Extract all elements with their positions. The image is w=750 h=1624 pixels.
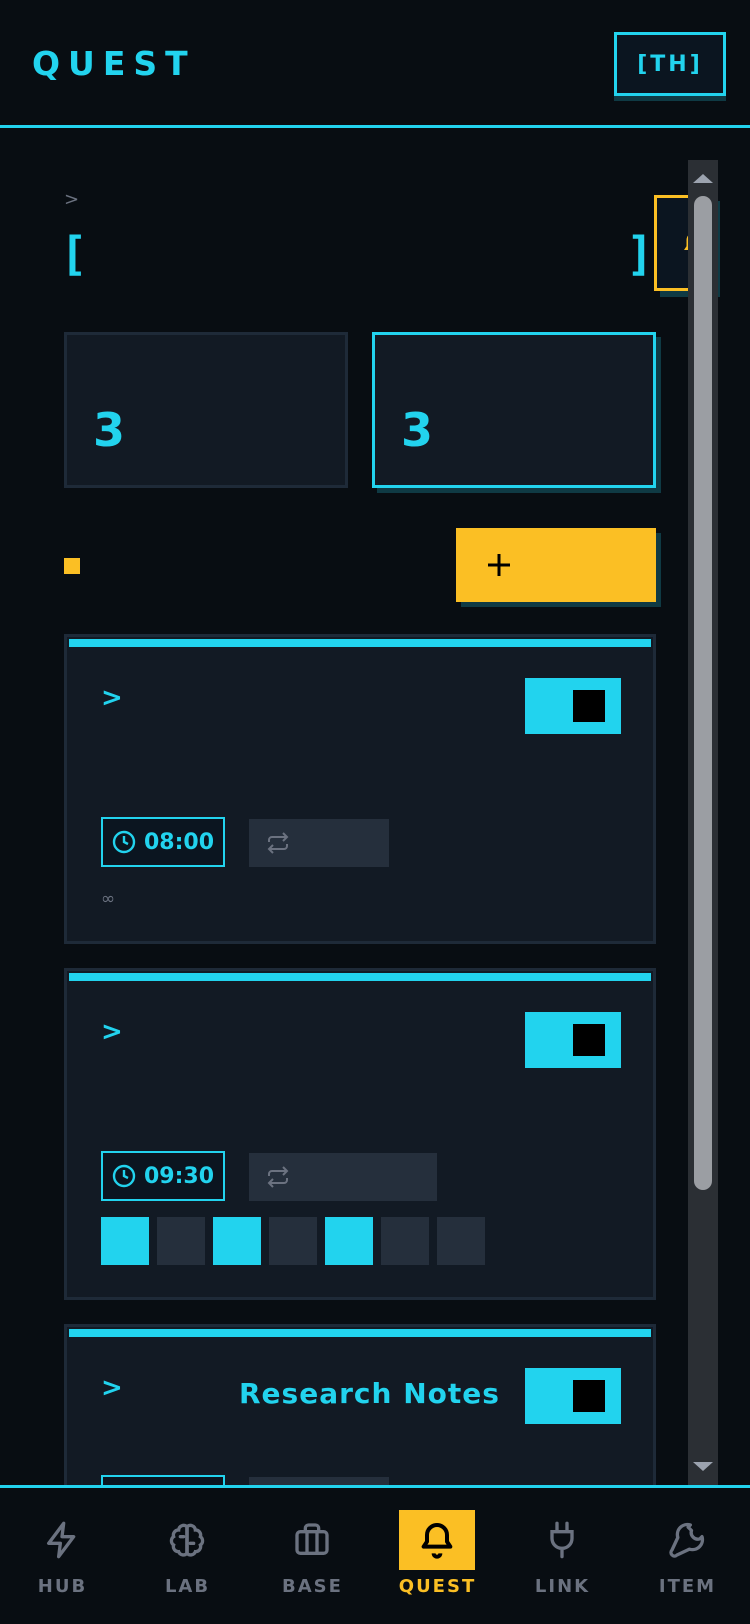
plus-icon: [488, 554, 510, 576]
toggle-knob: [573, 690, 605, 722]
repeat-note: ∞: [101, 889, 116, 909]
nav-item-hub[interactable]: HUB: [0, 1488, 125, 1624]
nav-item-quest[interactable]: QUEST: [375, 1488, 500, 1624]
alarm-toggle[interactable]: [525, 1012, 621, 1068]
repeat-icon: [267, 832, 289, 854]
plug-icon: [550, 1521, 574, 1559]
language-toggle-button[interactable]: [TH]: [614, 32, 726, 96]
nav-label: LINK: [534, 1576, 591, 1597]
bell-icon: [421, 1523, 453, 1559]
scroll-up-arrow-icon[interactable]: [693, 174, 713, 183]
app-header: QUEST [TH]: [0, 0, 750, 128]
day-toggle[interactable]: [157, 1217, 205, 1265]
time-chip[interactable]: [101, 1475, 225, 1485]
day-toggle[interactable]: [381, 1217, 429, 1265]
expand-chevron[interactable]: >: [101, 683, 123, 713]
brain-icon: [169, 1523, 205, 1557]
nav-label: ITEM: [658, 1576, 717, 1597]
nav-item-base[interactable]: BASE: [250, 1488, 375, 1624]
briefcase-icon: [295, 1523, 329, 1555]
scrollbar[interactable]: [688, 160, 718, 1485]
alarm-time: 08:00: [143, 829, 215, 855]
clock-icon: [112, 1164, 136, 1188]
bracket-open: [: [60, 227, 88, 281]
alarm-card[interactable]: > 08:00 ∞: [64, 634, 656, 944]
stat-value: 3: [401, 403, 434, 457]
alarm-card[interactable]: > Research Notes: [64, 1324, 656, 1485]
expand-chevron[interactable]: >: [101, 1373, 123, 1403]
status-indicator: [64, 558, 80, 574]
time-chip[interactable]: 08:00: [101, 817, 225, 867]
add-alarm-button[interactable]: [456, 528, 656, 602]
clock-icon: [112, 830, 136, 854]
nav-label: LAB: [164, 1576, 211, 1597]
alarm-label: Research Notes: [239, 1377, 500, 1410]
nav-item-link[interactable]: LINK: [500, 1488, 625, 1624]
nav-item-item[interactable]: ITEM: [625, 1488, 750, 1624]
toggle-knob: [573, 1380, 605, 1412]
alarm-toggle[interactable]: [525, 678, 621, 734]
repeat-chip[interactable]: [249, 1477, 389, 1485]
nav-label: QUEST: [398, 1576, 477, 1597]
toggle-knob: [573, 1024, 605, 1056]
repeat-chip[interactable]: [249, 819, 389, 867]
day-toggle[interactable]: [213, 1217, 261, 1265]
day-toggle[interactable]: [437, 1217, 485, 1265]
expand-chevron[interactable]: >: [101, 1017, 123, 1047]
nav-label: BASE: [282, 1576, 343, 1597]
time-chip[interactable]: 09:30: [101, 1151, 225, 1201]
card-accent-bar: [69, 973, 651, 981]
scroll-thumb[interactable]: [694, 196, 712, 1190]
day-toggle[interactable]: [101, 1217, 149, 1265]
alarm-toggle[interactable]: [525, 1368, 621, 1424]
nav-item-lab[interactable]: LAB: [125, 1488, 250, 1624]
bracket-close: ]: [626, 227, 654, 281]
weekday-selector: [101, 1217, 485, 1265]
bottom-nav: HUB LAB BASE QUEST LINK ITEM: [0, 1485, 750, 1624]
stat-value: 3: [93, 403, 126, 457]
wrench-icon: [669, 1522, 705, 1558]
card-accent-bar: [69, 639, 651, 647]
day-toggle[interactable]: [269, 1217, 317, 1265]
lightning-icon: [47, 1521, 76, 1559]
card-accent-bar: [69, 1329, 651, 1337]
stat-card-active[interactable]: 3: [372, 332, 656, 488]
repeat-chip[interactable]: [249, 1153, 437, 1201]
breadcrumb: >: [64, 189, 80, 210]
page-title: QUEST: [32, 44, 196, 83]
nav-label: HUB: [37, 1576, 88, 1597]
stat-card-total[interactable]: 3: [64, 332, 348, 488]
repeat-icon: [267, 1166, 289, 1188]
alarm-card[interactable]: > 09:30: [64, 968, 656, 1300]
alarm-time: 09:30: [143, 1163, 215, 1189]
main-content[interactable]: > [ ] 3 3 > 08:00 ∞ > 09:30 > Research N…: [0, 131, 750, 1485]
day-toggle[interactable]: [325, 1217, 373, 1265]
scroll-down-arrow-icon[interactable]: [693, 1462, 713, 1471]
